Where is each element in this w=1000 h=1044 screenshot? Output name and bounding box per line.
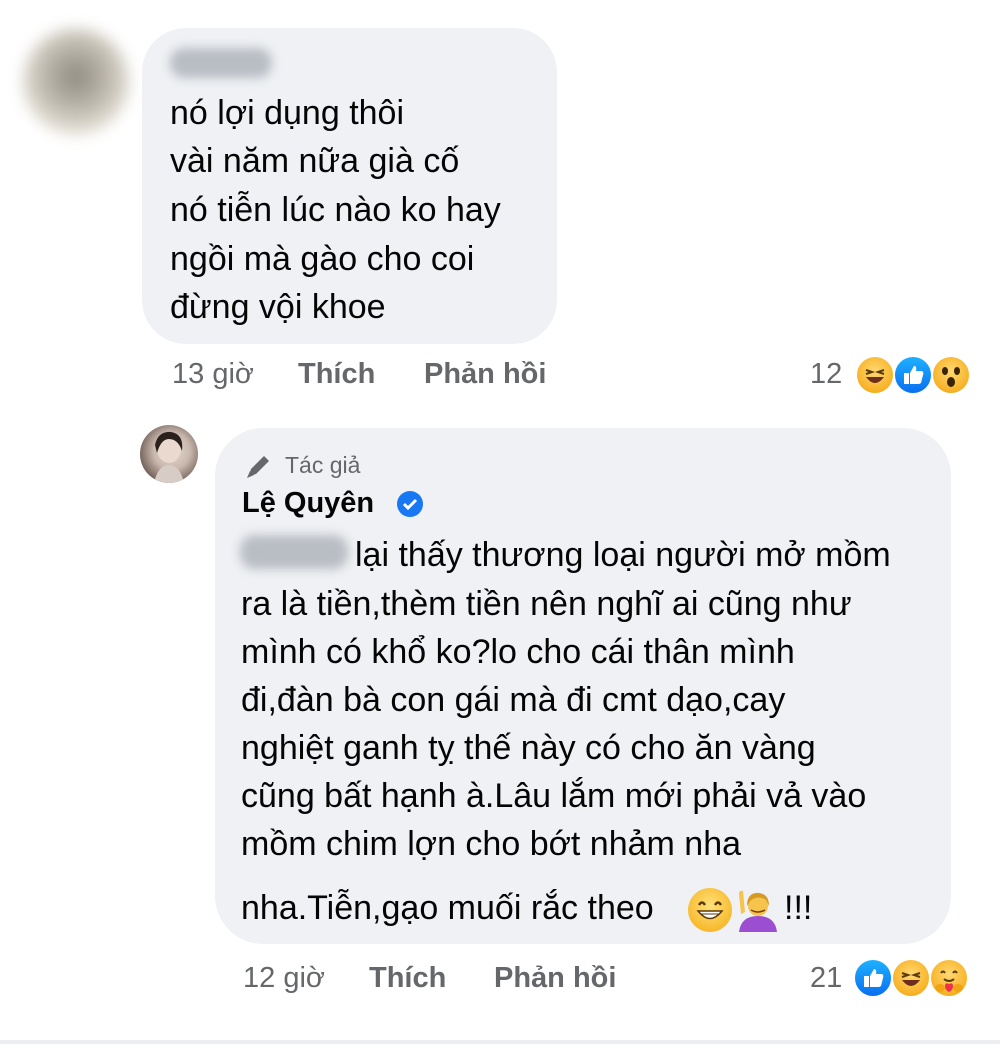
haha-icon[interactable] xyxy=(855,355,895,395)
comment-text-line: mồm chim lợn cho bớt nhảm nha xyxy=(241,825,742,863)
comment-text-line: đừng vội khoe xyxy=(170,288,386,326)
commenter-name-blurred[interactable] xyxy=(170,48,272,78)
haha-icon[interactable] xyxy=(891,958,931,998)
grinning-emoji-icon xyxy=(688,888,732,932)
verified-badge-icon xyxy=(397,491,423,517)
comment-timestamp[interactable]: 12 giờ xyxy=(243,962,325,994)
like-icon[interactable] xyxy=(853,958,893,998)
reaction-count[interactable]: 21 xyxy=(810,962,842,995)
comment-text-line: lại thấy thương loại người mở mồm xyxy=(355,536,891,574)
commenter-avatar-blurred[interactable] xyxy=(22,28,130,136)
comment-text-line: !!! xyxy=(784,889,813,927)
reaction-count[interactable]: 12 xyxy=(810,358,842,391)
comment-text-line: nó tiễn lúc nào ko hay xyxy=(170,191,501,229)
reply-button[interactable]: Phản hồi xyxy=(494,962,616,994)
comment-timestamp[interactable]: 13 giờ xyxy=(172,358,254,390)
comment-text-line: ra là tiền,thèm tiền nên nghĩ ai cũng nh… xyxy=(241,585,852,623)
comment-text-line: cũng bất hạnh à.Lâu lắm mới phải vả vào xyxy=(241,777,867,815)
comment-text-line: vài năm nữa già cố xyxy=(170,142,460,180)
like-button[interactable]: Thích xyxy=(298,358,375,390)
wow-icon[interactable] xyxy=(931,355,971,395)
comment-actions: 13 giờ xyxy=(172,358,254,391)
comment-text-line: đi,đàn bà con gái mà đi cmt dạo,cay xyxy=(241,681,786,719)
author-avatar[interactable] xyxy=(140,425,198,483)
divider xyxy=(0,1040,1000,1044)
person-raising-hand-icon xyxy=(735,884,781,932)
pencil-icon xyxy=(243,450,275,482)
comment-text-line: mình có khổ ko?lo cho cái thân mình xyxy=(241,633,795,671)
mentioned-name-blurred[interactable] xyxy=(240,535,348,569)
like-icon[interactable] xyxy=(893,355,933,395)
comment-text-line: nghiệt ganh tỵ thế này có cho ăn vàng xyxy=(241,729,816,767)
author-name[interactable]: Lệ Quyên xyxy=(242,487,374,520)
like-button[interactable]: Thích xyxy=(369,962,446,994)
comment-text-line: nó lợi dụng thôi xyxy=(170,94,405,132)
care-icon[interactable] xyxy=(929,958,969,998)
author-badge: Tác giả xyxy=(285,452,361,478)
reply-button[interactable]: Phản hồi xyxy=(424,358,546,390)
comment-text-line: ngồi mà gào cho coi xyxy=(170,240,475,278)
comment-text-line: nha.Tiễn,gạo muối rắc theo xyxy=(241,889,654,927)
